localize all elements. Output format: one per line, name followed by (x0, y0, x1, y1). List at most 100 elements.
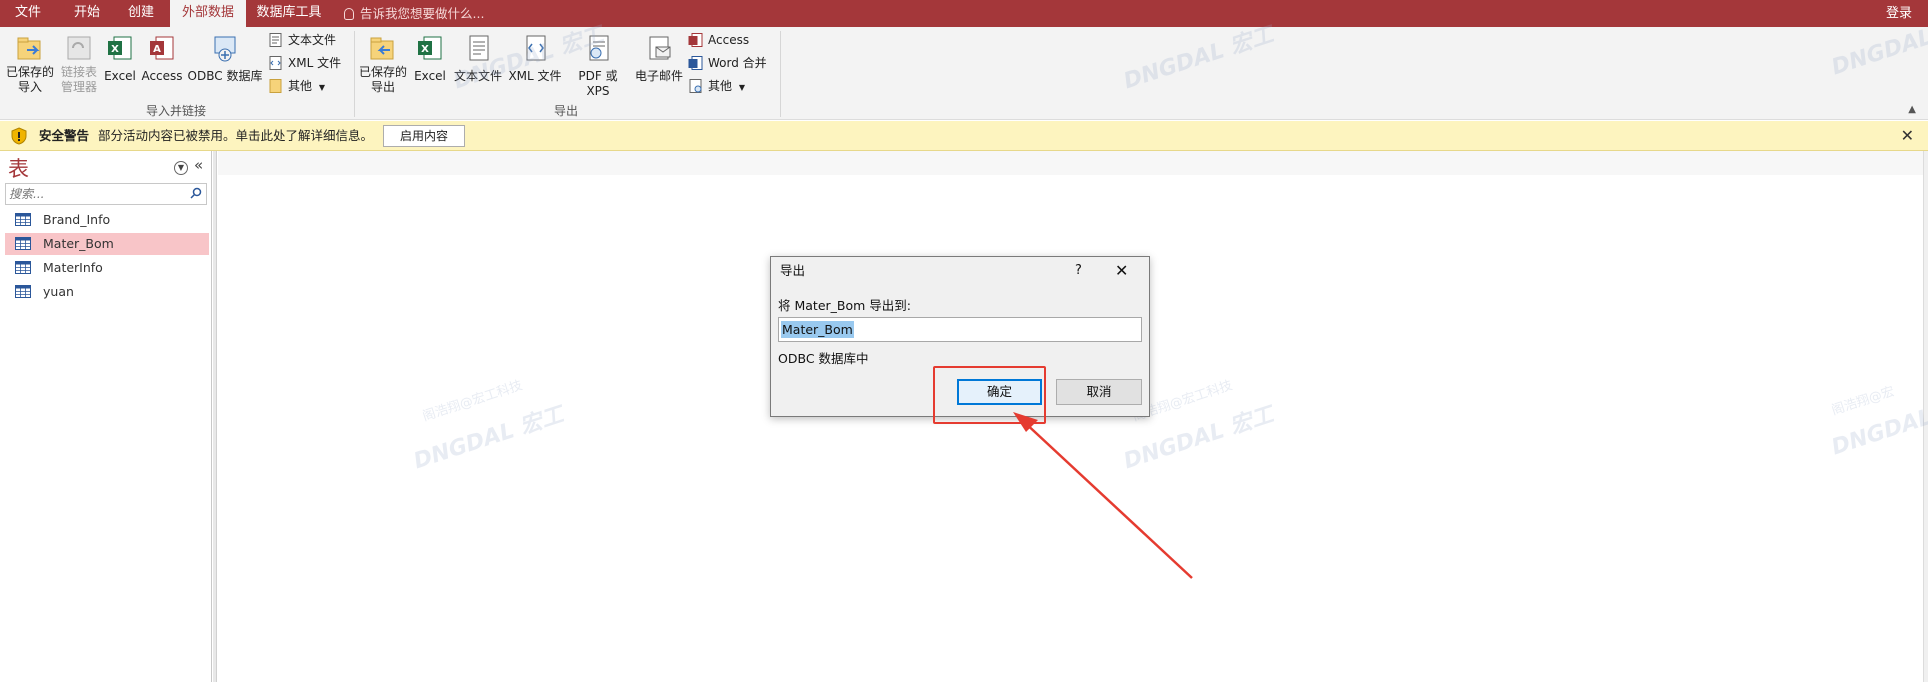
saved-imports-icon (17, 37, 41, 60)
chevron-down-icon: ▼ (738, 83, 745, 92)
email-icon (649, 36, 671, 60)
ribbon-separator (354, 31, 355, 117)
xml-file-icon (269, 56, 282, 70)
table-item-materinfo[interactable]: MaterInfo (5, 257, 209, 279)
import-odbc-button[interactable]: ODBC 数据库 (186, 33, 264, 84)
security-warning-title: 安全警告 (39, 128, 90, 143)
import-xml-file-button[interactable]: XML 文件 (268, 53, 341, 73)
ribbon: 已保存的 导入 链接表 管理器 X Excel A Access ODBC 数据… (0, 27, 1928, 120)
lightbulb-icon (344, 8, 354, 20)
import-xml-file-label: XML 文件 (288, 56, 342, 70)
import-text-file-button[interactable]: 文本文件 (268, 30, 336, 50)
table-item-label: Mater_Bom (43, 236, 114, 251)
table-icon (15, 285, 31, 298)
saved-exports-label: 已保存的 导出 (358, 65, 407, 94)
more-import-icon (269, 79, 282, 93)
svg-text:X: X (111, 44, 119, 55)
cancel-button[interactable]: 取消 (1056, 379, 1142, 405)
sign-in-link[interactable]: 登录 (1886, 0, 1912, 27)
tell-me-search[interactable]: 告诉我您想要做什么... (344, 0, 484, 27)
close-icon[interactable]: ✕ (1115, 257, 1128, 285)
nav-pane-title: 表 (8, 157, 29, 181)
tab-database-tools[interactable]: 数据库工具 (250, 0, 328, 27)
tell-me-text: 告诉我您想要做什么... (360, 6, 485, 21)
import-excel-label: Excel (104, 69, 136, 83)
chevron-down-icon[interactable]: ▼ (174, 161, 188, 175)
navigation-pane: 表 ▼ « Brand_Info Mater_Bom MaterInfo yua… (0, 151, 212, 682)
table-item-label: Brand_Info (43, 212, 111, 227)
security-warning-bar: 安全警告 部分活动内容已被禁用。单击此处了解详细信息。 启用内容 ✕ (0, 121, 1928, 151)
table-icon (15, 213, 31, 226)
collapse-ribbon-icon[interactable]: ▲ (1908, 104, 1916, 115)
ribbon-tab-bar: 文件 开始 创建 外部数据 数据库工具 告诉我您想要做什么... 登录 (0, 0, 1928, 28)
table-item-label: MaterInfo (43, 260, 103, 275)
import-text-file-label: 文本文件 (288, 33, 337, 47)
import-more-label: 其他 (288, 79, 313, 93)
svg-text:A: A (153, 44, 161, 55)
excel-icon: X (108, 36, 132, 60)
word-icon (688, 56, 703, 70)
export-email-button[interactable]: 电子邮件 (632, 33, 686, 84)
export-word-merge-button[interactable]: Word 合并 (688, 53, 767, 73)
export-pdf-xps-label: PDF 或 XPS (578, 69, 618, 98)
workspace-header-strip (218, 151, 1923, 175)
tab-external-data[interactable]: 外部数据 (170, 0, 246, 28)
saved-imports-label: 已保存的 导入 (5, 65, 54, 94)
annotation-highlight-box (933, 366, 1046, 424)
table-item-yuan[interactable]: yuan (5, 281, 209, 303)
nav-pane-splitter[interactable] (213, 151, 217, 682)
chevron-down-icon: ▼ (318, 83, 325, 92)
export-name-input[interactable]: Mater_Bom (778, 317, 1142, 342)
tab-create[interactable]: 创建 (116, 0, 166, 27)
excel-export-icon: X (418, 36, 442, 60)
linked-table-manager-icon (67, 36, 91, 60)
tab-home[interactable]: 开始 (62, 0, 112, 27)
export-more-label: 其他 (708, 79, 733, 93)
svg-text:X: X (421, 44, 429, 55)
access-small-icon (688, 33, 703, 47)
import-excel-button[interactable]: X Excel (102, 33, 138, 84)
export-access-button[interactable]: Access (688, 30, 749, 50)
nav-search-input[interactable] (9, 185, 185, 203)
table-icon (15, 237, 31, 250)
search-icon[interactable] (190, 187, 202, 199)
linked-table-manager-button[interactable]: 链接表 管理器 (56, 33, 102, 95)
saved-exports-icon (370, 37, 394, 60)
tab-file[interactable]: 文件 (0, 0, 56, 27)
import-odbc-label: ODBC 数据库 (187, 69, 263, 83)
export-prompt-label: 将 Mater_Bom 导出到: (778, 298, 911, 313)
export-access-label: Access (708, 33, 750, 47)
shield-warning-icon (11, 127, 27, 145)
ribbon-separator (780, 31, 781, 117)
text-file-icon (269, 33, 282, 47)
odbc-database-icon (214, 36, 236, 62)
export-name-value: Mater_Bom (781, 321, 854, 338)
saved-imports-button[interactable]: 已保存的 导入 (4, 33, 56, 95)
export-group-label: 导出 (553, 104, 578, 118)
close-icon[interactable]: ✕ (1901, 121, 1914, 151)
saved-exports-button[interactable]: 已保存的 导出 (358, 33, 408, 95)
linked-table-manager-label: 链接表 管理器 (60, 65, 97, 94)
export-word-merge-label: Word 合并 (708, 56, 767, 70)
security-warning-message[interactable]: 部分活动内容已被禁用。单击此处了解详细信息。 (98, 121, 373, 151)
export-excel-label: Excel (414, 69, 446, 83)
more-export-icon (689, 79, 702, 93)
table-item-label: yuan (43, 284, 74, 299)
import-access-label: Access (141, 69, 183, 83)
import-group-label: 导入并链接 (145, 104, 206, 118)
table-icon (15, 261, 31, 274)
dialog-title: 导出 (780, 263, 806, 278)
access-icon: A (150, 36, 174, 60)
import-access-button[interactable]: A Access (140, 33, 184, 84)
table-item-mater-bom[interactable]: Mater_Bom (5, 233, 209, 255)
export-more-dropdown[interactable]: 其他 ▼ (688, 76, 745, 96)
export-excel-button[interactable]: X Excel (411, 33, 449, 84)
enable-content-button[interactable]: 启用内容 (383, 125, 465, 147)
export-target-label: ODBC 数据库中 (778, 351, 869, 366)
import-more-dropdown[interactable]: 其他 ▼ (268, 76, 325, 96)
nav-search-box (5, 183, 207, 205)
collapse-pane-icon[interactable]: « (194, 156, 203, 174)
table-item-brand-info[interactable]: Brand_Info (5, 209, 209, 231)
help-icon[interactable]: ? (1075, 257, 1082, 285)
export-email-label: 电子邮件 (634, 69, 683, 83)
